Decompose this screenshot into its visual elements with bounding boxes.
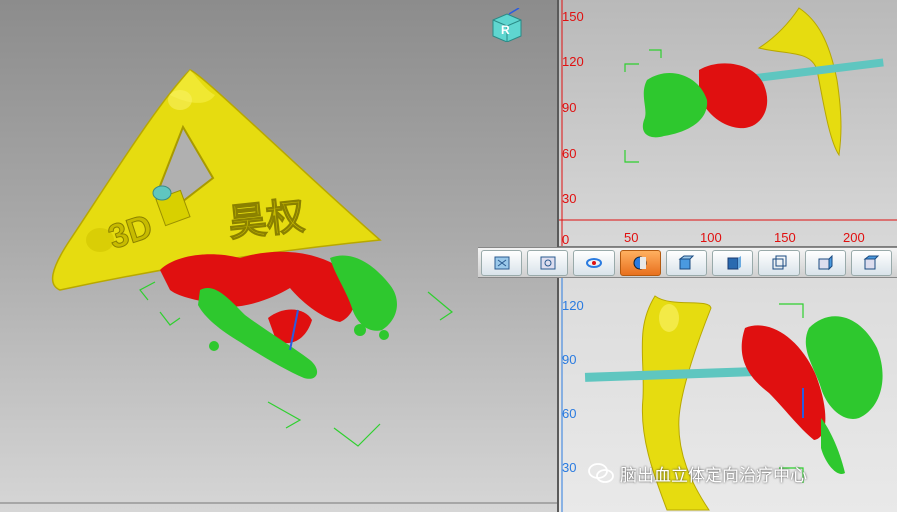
y-tick: 60 [562, 146, 577, 161]
y-tick: 30 [562, 460, 577, 475]
front-view-button[interactable] [665, 249, 708, 276]
plate-text-brand: 昊权 [226, 194, 306, 246]
orientation-cube-widget[interactable]: R [489, 7, 525, 43]
y-tick: 120 [562, 298, 584, 313]
y-tick: 150 [562, 9, 584, 24]
rotate-button[interactable] [573, 249, 615, 276]
y-tick: 60 [562, 406, 577, 421]
rotate-icon [586, 257, 603, 268]
cube-side-icon [818, 254, 833, 270]
shaded-view-icon [633, 256, 647, 269]
y-tick: 90 [562, 100, 577, 115]
back-view-button[interactable] [712, 249, 754, 276]
zoom-window-button[interactable] [527, 249, 569, 276]
y-tick: 90 [562, 352, 577, 367]
cube-top-icon [863, 255, 880, 269]
top-right-viewport[interactable]: 150 120 90 60 30 0 50 100 150 200 [559, 0, 897, 246]
watermark: 脑出血立体定向治疗中心 [588, 459, 807, 487]
wechat-icon [588, 463, 614, 483]
view-toolbar [478, 247, 897, 278]
main-3d-scene: 3D 昊权 [0, 69, 557, 504]
side-view-button[interactable] [804, 249, 846, 276]
main-3d-viewport[interactable]: 3D 昊权 [0, 0, 557, 512]
top-view-button[interactable] [850, 249, 892, 276]
needle-tip [152, 185, 172, 201]
cube-wireframe-icon [772, 255, 787, 269]
shaded-view-button[interactable] [619, 249, 661, 276]
y-tick: 30 [562, 191, 577, 206]
x-tick: 100 [700, 230, 722, 245]
cube-face-letter: R [501, 23, 510, 37]
x-tick: 150 [774, 230, 796, 245]
x-tick: 200 [843, 230, 865, 245]
y-tick: 120 [562, 54, 584, 69]
watermark-text: 脑出血立体定向治疗中心 [620, 465, 807, 486]
fit-view-button[interactable] [481, 249, 523, 276]
y-tick: 0 [562, 232, 570, 246]
zoom-window-icon [540, 256, 556, 269]
x-tick: 50 [624, 230, 639, 245]
cube-back-icon [727, 255, 741, 269]
top-right-scene [559, 0, 897, 246]
fit-view-icon [494, 256, 510, 269]
cube-front-icon [678, 255, 695, 269]
wireframe-view-button[interactable] [758, 249, 800, 276]
